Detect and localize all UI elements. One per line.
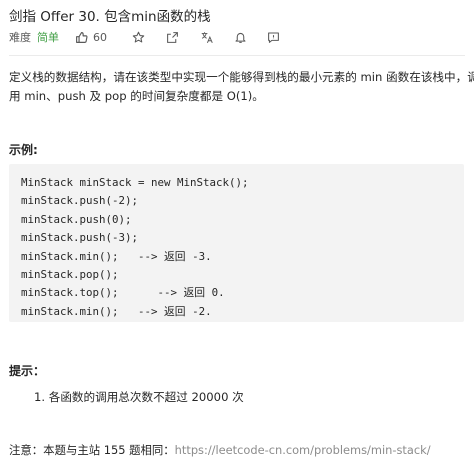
tips-list: 1. 各函数的调用总次数不超过 20000 次 xyxy=(34,389,244,405)
star-icon xyxy=(132,31,145,42)
bell-icon xyxy=(235,32,246,43)
problem-title: 剑指 Offer 30. 包含min函数的栈 xyxy=(9,9,211,25)
header-divider xyxy=(9,55,465,56)
problem-meta-bar: 难度 简单 60 xyxy=(9,30,280,44)
code-line: MinStack minStack = new MinStack(); xyxy=(21,176,249,189)
code-line: minStack.pop(); xyxy=(21,267,119,281)
code-line: minStack.top(); --> 返回 0. xyxy=(21,286,225,300)
tips-heading: 提示： xyxy=(9,364,46,378)
code-line: minStack.push(-2); xyxy=(21,194,139,208)
problem-link[interactable]: https://leetcode-cn.com/problems/min-sta… xyxy=(175,443,431,457)
description-line: 用 min、push 及 pop 的时间复杂度都是 O(1)。 xyxy=(9,89,264,103)
translate-button[interactable] xyxy=(200,31,214,44)
thumbs-up-icon xyxy=(76,31,88,43)
code-line: minStack.min(); --> 返回 -3. xyxy=(21,249,212,263)
favorite-button[interactable] xyxy=(132,31,145,44)
like-count: 60 xyxy=(93,30,107,44)
note-line: 注意：本题与主站 155 题相同：https://leetcode-cn.com… xyxy=(9,442,431,458)
code-line: minStack.min(); --> 返回 -2. xyxy=(21,304,212,318)
feedback-button[interactable] xyxy=(267,31,280,44)
code-line: minStack.push(-3); xyxy=(21,231,139,245)
description-line: 定义栈的数据结构，请在该类型中实现一个能够得到栈的最小元素的 min 函数在该栈… xyxy=(9,70,474,84)
note-label: 注意：本题与主站 155 题相同： xyxy=(9,443,175,457)
list-item: 1. 各函数的调用总次数不超过 20000 次 xyxy=(34,390,244,404)
notification-button[interactable] xyxy=(234,31,247,44)
share-button[interactable] xyxy=(166,31,179,44)
code-line: minStack.push(0); xyxy=(21,212,132,226)
comment-icon xyxy=(268,32,279,43)
like-button[interactable] xyxy=(75,31,88,44)
example-code-block: MinStack minStack = new MinStack(); minS… xyxy=(9,164,464,322)
difficulty-badge: 简单 xyxy=(37,31,59,44)
problem-description: 定义栈的数据结构，请在该类型中实现一个能够得到栈的最小元素的 min 函数在该栈… xyxy=(9,68,474,106)
example-heading: 示例: xyxy=(9,143,38,157)
share-icon xyxy=(167,31,178,43)
difficulty-label: 难度 xyxy=(9,31,31,44)
translate-icon xyxy=(201,31,213,43)
